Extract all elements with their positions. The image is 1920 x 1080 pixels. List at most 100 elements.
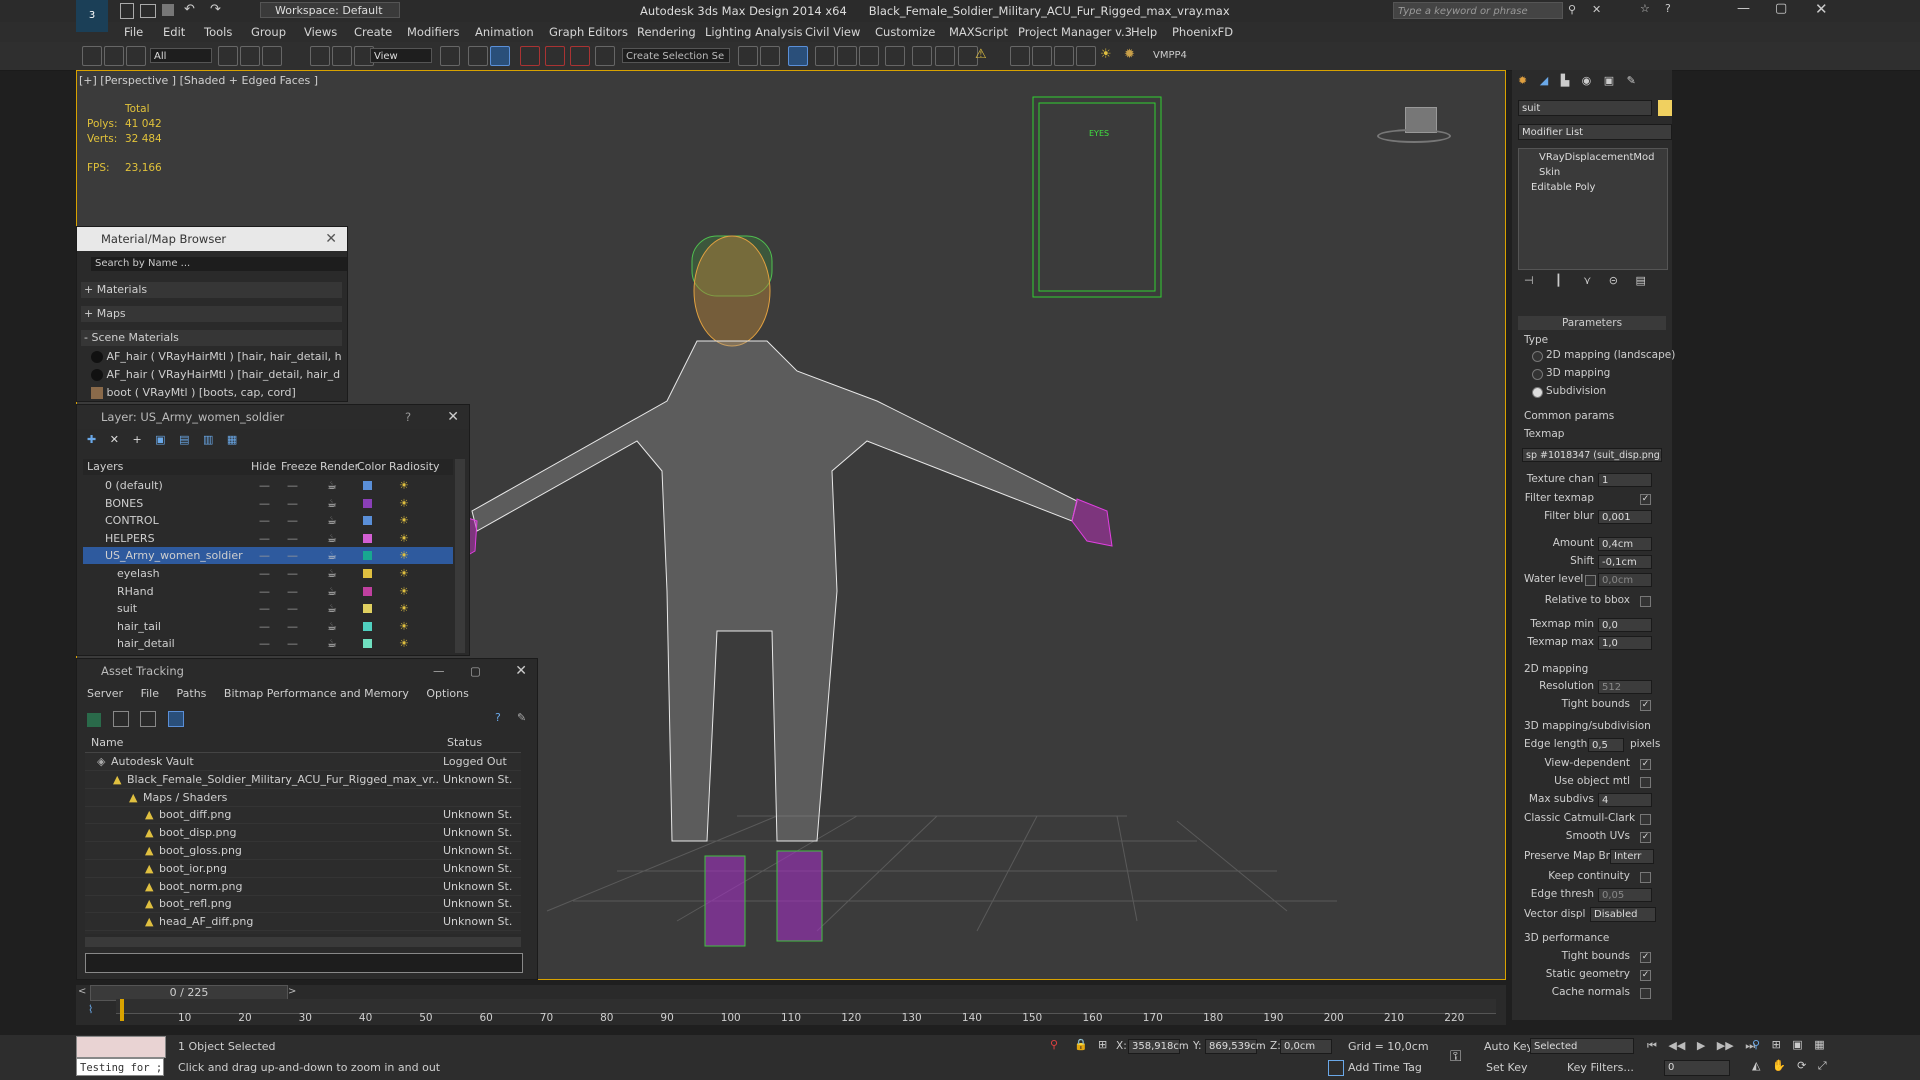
layer-manager-window[interactable]: Layer: US_Army_women_soldier ? ✕ ✚ ✕ + ▣… [76, 404, 470, 656]
asset-hscrollbar[interactable] [85, 937, 521, 947]
help-icon[interactable]: ? [1665, 2, 1671, 15]
vray-proxy-icon[interactable] [1076, 46, 1096, 66]
hide-toggle-icon[interactable]: — [259, 583, 270, 600]
radiosity-toggle-icon[interactable]: ☀ [399, 600, 409, 617]
radio-2d-mapping[interactable] [1532, 351, 1543, 362]
texture-chan-spinner[interactable]: 1 [1598, 473, 1652, 487]
close-button[interactable]: ✕ [1815, 0, 1828, 18]
remove-modifier-icon[interactable]: ⊝ [1609, 274, 1618, 287]
reference-coordinate-dropdown[interactable]: View [370, 48, 432, 63]
tight-bounds-checkbox[interactable]: ✓ [1640, 700, 1651, 711]
layer-manager-close-icon[interactable]: ✕ [447, 405, 459, 429]
stack-item-editable-poly[interactable]: Editable Poly [1531, 182, 1595, 193]
group-maps[interactable]: + Maps [81, 306, 342, 322]
create-tab-icon[interactable]: ✹ [1518, 74, 1527, 87]
render-setup-icon[interactable] [912, 46, 932, 66]
quick-access-save-icon[interactable] [162, 4, 174, 16]
pan-icon[interactable]: ✋ [1772, 1059, 1786, 1072]
maxscript-listener-mini[interactable] [76, 1036, 166, 1058]
col-radiosity[interactable]: Radiosity [389, 459, 440, 475]
set-key-button[interactable]: Set Key [1486, 1061, 1528, 1074]
asset-row[interactable]: ▲ Black_Female_Soldier_Military_ACU_Fur_R… [85, 771, 521, 789]
radiosity-toggle-icon[interactable]: ☀ [399, 618, 409, 635]
add-time-tag[interactable]: Add Time Tag [1348, 1061, 1422, 1074]
make-unique-icon[interactable]: ⋎ [1583, 274, 1591, 287]
quick-access-new-icon[interactable] [120, 3, 134, 19]
add-time-tag-icon[interactable] [1328, 1060, 1344, 1076]
select-object-icon[interactable] [218, 46, 238, 66]
freeze-toggle-icon[interactable]: — [287, 600, 298, 617]
maxscript-input[interactable]: Testing for ; [76, 1058, 164, 1076]
water-level-checkbox[interactable] [1585, 575, 1596, 586]
selection-lock-icon[interactable]: 🔒 [1074, 1038, 1088, 1051]
maximize-button[interactable]: ▢ [1775, 1, 1787, 16]
layer-scrollbar[interactable] [455, 459, 465, 653]
shift-spinner[interactable]: -0,1cm [1598, 555, 1652, 569]
material-item[interactable]: boot ( VRayMtl ) [boots, cap, cord] [91, 385, 341, 401]
vray-sun-icon[interactable]: ☀ [1100, 47, 1112, 62]
asset-help-icon[interactable]: ? [495, 711, 501, 724]
hide-toggle-icon[interactable]: — [259, 530, 270, 547]
zoom-icon[interactable]: ⚲ [1752, 1038, 1760, 1051]
table-view-icon[interactable] [140, 711, 156, 727]
play-icon[interactable]: ▶ [1697, 1039, 1705, 1052]
modify-tab-icon[interactable]: ◢ [1540, 74, 1548, 87]
amount-spinner[interactable]: 0,4cm [1598, 537, 1652, 551]
asset-row[interactable]: ▲ boot_disp.png Unknown St... [85, 824, 521, 843]
mirror-icon[interactable] [738, 46, 758, 66]
layer-color-swatch[interactable] [363, 498, 372, 508]
col-name[interactable]: Name [91, 734, 123, 752]
vray-frame-buffer-icon[interactable] [1010, 46, 1030, 66]
select-by-name-icon[interactable] [240, 46, 260, 66]
render-toggle-icon[interactable]: ☕ [327, 565, 337, 582]
absolute-mode-icon[interactable]: ⊞ [1098, 1038, 1107, 1051]
keyboard-shortcut-override-icon[interactable] [490, 46, 510, 66]
render-toggle-icon[interactable]: ☕ [327, 477, 337, 494]
menu-create[interactable]: Create [354, 25, 392, 39]
link-icon[interactable] [82, 46, 102, 66]
goto-start-icon[interactable]: ⏮ [1647, 1039, 1657, 1052]
vray-plane-icon[interactable] [1054, 46, 1074, 66]
vector-displ-dropdown[interactable]: Disabled [1590, 907, 1656, 922]
menu-animation[interactable]: Animation [475, 25, 534, 39]
group-scene-materials[interactable]: - Scene Materials [81, 330, 342, 346]
radiosity-toggle-icon[interactable]: ☀ [399, 477, 409, 494]
rotate-icon[interactable] [332, 46, 352, 66]
schematic-view-icon[interactable] [859, 46, 879, 66]
freeze-toggle-icon[interactable]: — [287, 565, 298, 582]
hide-toggle-icon[interactable]: — [259, 618, 270, 635]
col-render[interactable]: Render [320, 459, 359, 475]
hide-toggle-icon[interactable]: — [259, 600, 270, 617]
stack-item-vraydisplacement[interactable]: VRayDisplacementMod [1539, 152, 1654, 163]
menu-edit[interactable]: Edit [163, 25, 185, 39]
freeze-all-layers-icon[interactable]: ▦ [227, 433, 237, 446]
hide-all-layers-icon[interactable]: ▥ [203, 433, 213, 446]
add-to-layer-icon[interactable]: + [132, 433, 141, 446]
radiosity-toggle-icon[interactable]: ☀ [399, 635, 409, 652]
layer-help-icon[interactable]: ? [405, 405, 411, 429]
key-icon[interactable]: ⚿ [1450, 1047, 1461, 1065]
radiosity-toggle-icon[interactable]: ☀ [399, 495, 409, 512]
layer-color-swatch[interactable] [363, 516, 372, 526]
hide-toggle-icon[interactable]: — [259, 547, 270, 564]
zoom-all-icon[interactable]: ⊞ [1772, 1038, 1781, 1051]
snaps-toggle-icon[interactable] [520, 46, 540, 66]
parameters-rollout-header[interactable]: Parameters [1518, 316, 1666, 330]
asset-row[interactable]: ▲ Maps / Shaders [85, 789, 521, 807]
render-toggle-icon[interactable]: ☕ [327, 512, 337, 529]
resolution-spinner[interactable]: 512 [1598, 680, 1652, 694]
graphite-toolbar-icon[interactable] [815, 46, 835, 66]
freeze-toggle-icon[interactable]: — [287, 477, 298, 494]
layer-row[interactable]: RHand — — ☕ ☀ [83, 583, 453, 600]
layer-manager-icon[interactable] [788, 46, 808, 66]
layer-color-swatch[interactable] [363, 639, 372, 649]
asset-close-icon[interactable]: ✕ [515, 659, 527, 683]
binoculars-icon[interactable]: ⚲ [1568, 3, 1576, 16]
material-item[interactable]: AF_hair ( VRayHairMtl ) [hair, hair_deta… [91, 349, 341, 365]
maximize-viewport-icon[interactable]: ⤢ [1818, 1059, 1827, 1072]
utilities-tab-icon[interactable]: ✎ [1627, 74, 1636, 87]
cache-normals-checkbox[interactable] [1640, 988, 1651, 999]
radiosity-toggle-icon[interactable]: ☀ [399, 530, 409, 547]
field-of-view-icon[interactable]: ◭ [1752, 1059, 1760, 1072]
relative-bbox-checkbox[interactable] [1640, 596, 1651, 607]
